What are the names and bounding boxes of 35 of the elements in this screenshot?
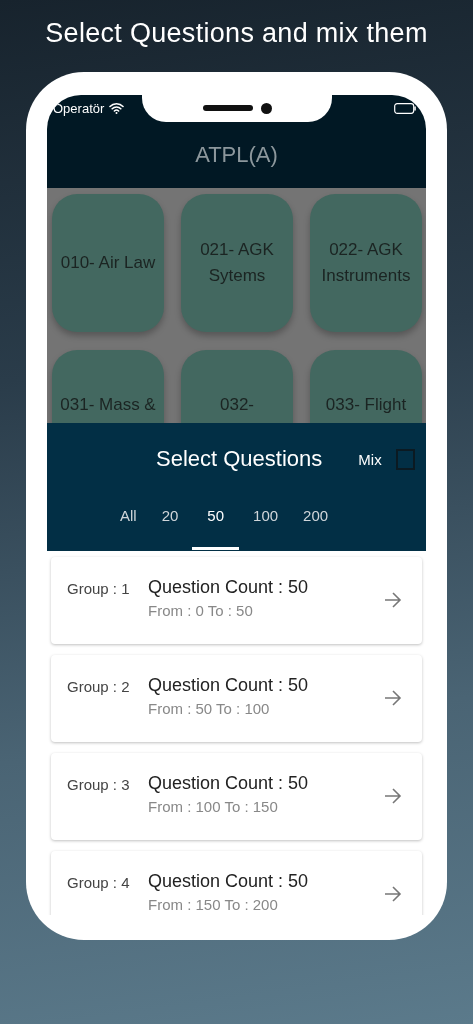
speaker-icon: [202, 105, 253, 111]
mix-checkbox[interactable]: [395, 448, 415, 470]
headline: Select Questions and mix them: [45, 17, 428, 50]
question-count: Question Count : 50: [148, 773, 310, 794]
question-count: Question Count : 50: [148, 675, 310, 696]
count-tab[interactable]: 20: [150, 495, 190, 550]
carrier-name: Operatör: [53, 100, 105, 116]
question-range: From : 50 To : 100: [148, 700, 271, 717]
arrow-icon: [384, 787, 402, 805]
group-label: Group : 4: [67, 874, 131, 891]
battery-icon: [394, 102, 416, 114]
arrow-icon: [384, 591, 402, 609]
question-range: From : 0 To : 50: [148, 602, 254, 619]
question-range: From : 100 To : 150: [148, 798, 279, 815]
group-card[interactable]: Group : 3 Question Count : 50 From : 100 To : 150: [51, 753, 422, 840]
group-label: Group : 2: [67, 678, 131, 695]
sheet-title: Select Questions: [156, 446, 323, 472]
app-title: ATPL(A): [194, 142, 279, 168]
count-tab[interactable]: All: [109, 495, 148, 550]
question-count: Question Count : 50: [148, 871, 310, 892]
group-card[interactable]: Group : 2 Question Count : 50 From : 50 To : 100: [51, 655, 422, 742]
arrow-icon: [384, 885, 402, 903]
question-count: Question Count : 50: [148, 577, 310, 598]
count-tab[interactable]: 50: [192, 495, 240, 550]
camera-icon: [260, 102, 272, 114]
group-label: Group : 1: [67, 580, 131, 597]
mix-label: Mix: [358, 450, 382, 468]
question-range: From : 150 To : 200: [148, 896, 279, 913]
count-tab[interactable]: 200: [292, 495, 340, 550]
count-tab[interactable]: 100: [242, 495, 290, 550]
wifi-icon: [109, 102, 125, 114]
group-card[interactable]: Group : 4 Question Count : 50 From : 150 To : 200: [51, 851, 422, 915]
group-label: Group : 3: [67, 776, 131, 793]
arrow-icon: [384, 689, 402, 707]
group-card[interactable]: Group : 1 Question Count : 50 From : 0 To : 50: [51, 557, 422, 644]
